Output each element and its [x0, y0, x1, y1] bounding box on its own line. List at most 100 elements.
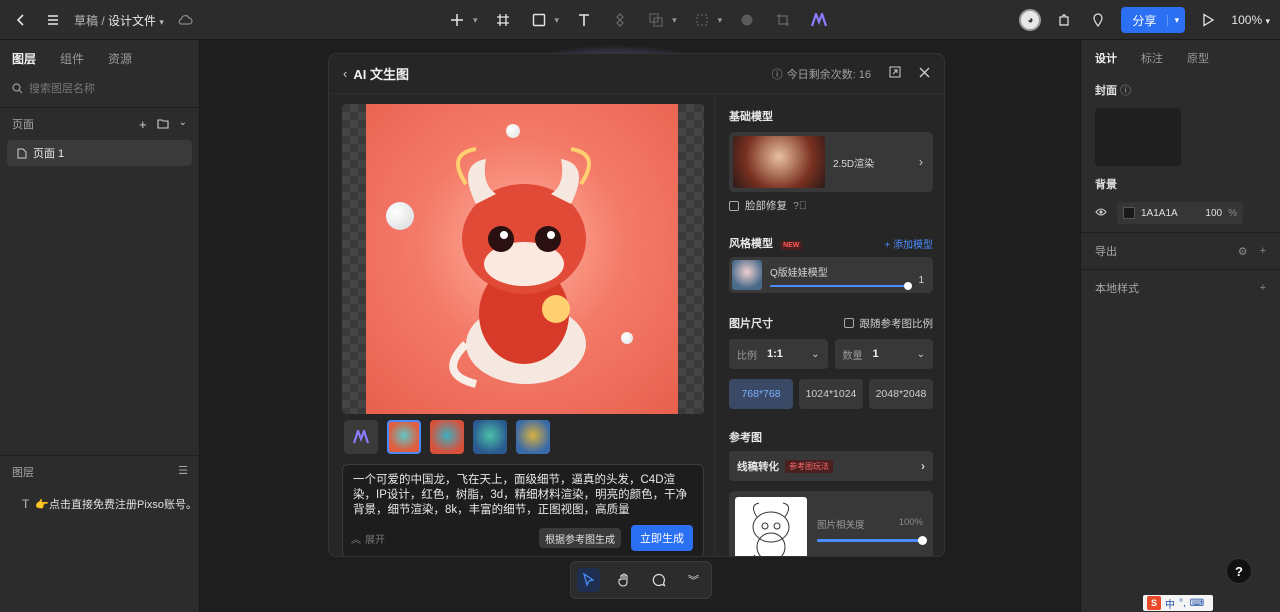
plugin-icon[interactable] — [1053, 9, 1075, 31]
generate-from-reference-button[interactable]: 根据参考图生成 — [539, 528, 621, 548]
play-icon[interactable] — [1197, 9, 1219, 31]
thumbnail-2[interactable] — [430, 420, 464, 454]
comment-tool[interactable] — [647, 568, 670, 592]
slider-knob[interactable] — [918, 536, 927, 545]
generate-now-button[interactable]: 立即生成 — [631, 525, 693, 551]
eye-icon[interactable] — [1095, 206, 1107, 220]
count-select[interactable]: 数量 1 ⌄ — [834, 339, 933, 369]
thumbnail-4[interactable] — [516, 420, 550, 454]
settings-sliders-icon[interactable]: ⚙ — [1238, 245, 1248, 258]
mask-icon[interactable] — [691, 9, 713, 31]
tab-prototype[interactable]: 原型 — [1187, 50, 1209, 66]
chevron-down-icon[interactable]: ⌄ — [179, 117, 187, 132]
reference-image[interactable] — [735, 497, 807, 556]
size-option-2048[interactable]: 2048*2048 — [869, 379, 933, 409]
sort-icon[interactable]: ☰ — [178, 464, 188, 480]
slider-knob[interactable] — [904, 281, 912, 290]
tab-layers[interactable]: 图层 — [12, 50, 36, 67]
background-color-field[interactable]: 1A1A1A 100 % — [1117, 202, 1243, 224]
ratio-value: 1:1 — [767, 348, 783, 360]
back-icon[interactable] — [10, 9, 32, 31]
thumbnail-1[interactable] — [387, 420, 421, 454]
relevance-value: 100% — [898, 517, 923, 528]
help-button[interactable]: ? — [1226, 558, 1252, 584]
cover-thumbnail[interactable] — [1095, 108, 1181, 166]
zoom-value: 100% — [1231, 13, 1263, 27]
add-page-icon[interactable]: + — [139, 117, 147, 132]
color-swatch[interactable] — [1123, 207, 1135, 219]
page-item[interactable]: 页面 1 — [7, 140, 192, 166]
component-icon[interactable] — [609, 9, 631, 31]
open-external-icon[interactable] — [889, 66, 901, 81]
new-badge: NEW — [780, 241, 803, 250]
boolean-icon[interactable] — [645, 9, 667, 31]
ai-logo-thumb[interactable] — [344, 420, 378, 454]
toolbar-left: 草稿 / 设计文件 ▾ — [10, 0, 196, 40]
chevron-down-icon[interactable]: ▾ — [159, 17, 164, 27]
menu-icon[interactable] — [42, 9, 64, 31]
frame-icon[interactable] — [492, 9, 514, 31]
style-weight-slider[interactable] — [770, 281, 912, 290]
face-fix-checkbox[interactable] — [729, 200, 739, 211]
avatar[interactable]: ◕ — [1019, 9, 1042, 31]
help-icon[interactable]: ?⃝ — [793, 200, 807, 212]
chevron-down-icon[interactable]: ▾ — [1167, 14, 1185, 26]
plus-icon[interactable] — [446, 9, 468, 31]
share-button[interactable]: 分享 ▾ — [1121, 7, 1186, 33]
bg-opacity[interactable]: 100 — [1205, 208, 1222, 219]
thumbnail-3[interactable] — [473, 420, 507, 454]
chevron-down-icon[interactable]: ▾ — [473, 15, 478, 26]
tab-components[interactable]: 组件 — [60, 50, 84, 67]
ratio-select[interactable]: 比例 1:1 ⌄ — [729, 339, 828, 369]
close-icon[interactable] — [919, 67, 930, 81]
style-model-header: 风格模型 NEW + 添加模型 — [729, 235, 933, 251]
info-icon[interactable]: ⓘ — [1120, 85, 1131, 97]
reference-label: 参考图 — [729, 432, 762, 444]
ai-logo-icon[interactable] — [808, 9, 830, 31]
file-name[interactable]: 设计文件 — [108, 14, 156, 28]
layer-item[interactable]: T 👉点击直接免费注册Pixso账号。 — [22, 496, 197, 512]
bg-hex[interactable]: 1A1A1A — [1141, 208, 1178, 219]
expand-label: 展开 — [365, 534, 385, 546]
zoom-level[interactable]: 100% ▾ — [1231, 13, 1270, 27]
line-convert-label: 线稿转化 — [737, 460, 779, 473]
tab-assets[interactable]: 资源 — [108, 50, 132, 67]
fill-circle-icon[interactable] — [736, 9, 758, 31]
face-fix-label: 脸部修复 — [745, 200, 787, 212]
location-pin-icon[interactable] — [1087, 9, 1109, 31]
export-label: 导出 — [1095, 246, 1117, 258]
follow-ref-option[interactable]: 跟随参考图比例 — [843, 316, 933, 331]
expand-button[interactable]: ︽ 展开 — [351, 531, 385, 546]
chevron-down-icon[interactable]: ▾ — [555, 15, 560, 26]
style-model-card[interactable]: Q版娃娃模型 1 — [729, 257, 933, 293]
size-option-768[interactable]: 768*768 — [729, 379, 793, 409]
prompt-textarea[interactable]: 一个可爱的中国龙，飞在天上，面级细节，逼真的头发，C4D渲染，IP设计，红色，树… — [342, 464, 704, 556]
crop-icon[interactable] — [772, 9, 794, 31]
chevron-down-icon[interactable]: ▾ — [718, 15, 723, 26]
breadcrumb-root[interactable]: 草稿 — [74, 14, 98, 28]
more-tools[interactable]: ︾ — [682, 568, 705, 592]
add-style-icon[interactable]: + — [1260, 282, 1266, 294]
chevron-down-icon[interactable]: ▾ — [672, 15, 677, 26]
cursor-tool[interactable] — [577, 568, 600, 592]
face-fix-option[interactable]: 脸部修复 ?⃝ — [729, 198, 933, 213]
add-model-link[interactable]: + 添加模型 — [884, 236, 933, 251]
background-label: 背景 — [1095, 179, 1117, 191]
rectangle-icon[interactable] — [528, 9, 550, 31]
chevron-down-icon: ⌄ — [811, 348, 820, 360]
follow-ref-checkbox[interactable] — [843, 318, 854, 328]
chevron-left-icon[interactable]: ‹ — [343, 66, 347, 81]
base-model-selector[interactable]: 2.5D渲染 › — [729, 132, 933, 192]
add-export-icon[interactable]: + — [1260, 245, 1266, 258]
double-chevron-up-icon: ︽ — [351, 534, 361, 546]
text-tool-icon[interactable] — [573, 9, 595, 31]
line-convert-selector[interactable]: 线稿转化 参考图玩法 › — [729, 451, 933, 481]
tab-annotate[interactable]: 标注 — [1141, 50, 1163, 66]
hand-tool[interactable] — [612, 568, 635, 592]
layer-search-input[interactable]: 搜索图层名称 — [12, 77, 187, 99]
tab-design[interactable]: 设计 — [1095, 50, 1117, 66]
size-option-1024[interactable]: 1024*1024 — [799, 379, 863, 409]
relevance-slider[interactable] — [817, 536, 927, 545]
folder-icon[interactable] — [157, 117, 169, 132]
base-model-thumbnail — [733, 136, 825, 188]
